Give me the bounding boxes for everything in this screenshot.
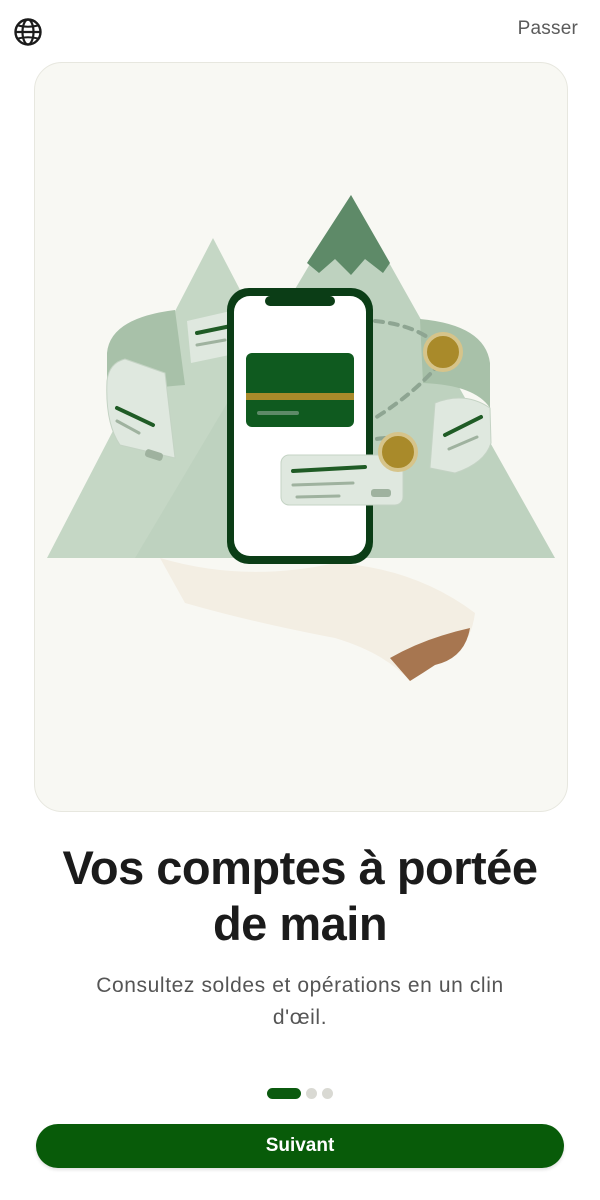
- slide-subtitle: Consultez soldes et opérations en un cli…: [96, 974, 504, 1029]
- slide-title: Vos comptes à portée de main: [62, 841, 538, 950]
- skip-button[interactable]: Passer: [518, 18, 578, 40]
- next-button[interactable]: Suivant: [36, 1124, 564, 1168]
- illustration-card: [34, 62, 568, 812]
- pagination-dot-1[interactable]: [267, 1088, 301, 1099]
- phone-with-bank-card-illustration: [47, 195, 555, 681]
- top-bar: Passer: [0, 0, 600, 62]
- pagination-dot-2[interactable]: [306, 1088, 317, 1099]
- pagination-dots: [0, 1088, 600, 1099]
- globe-icon[interactable]: [12, 16, 44, 48]
- pagination-dot-3[interactable]: [322, 1088, 333, 1099]
